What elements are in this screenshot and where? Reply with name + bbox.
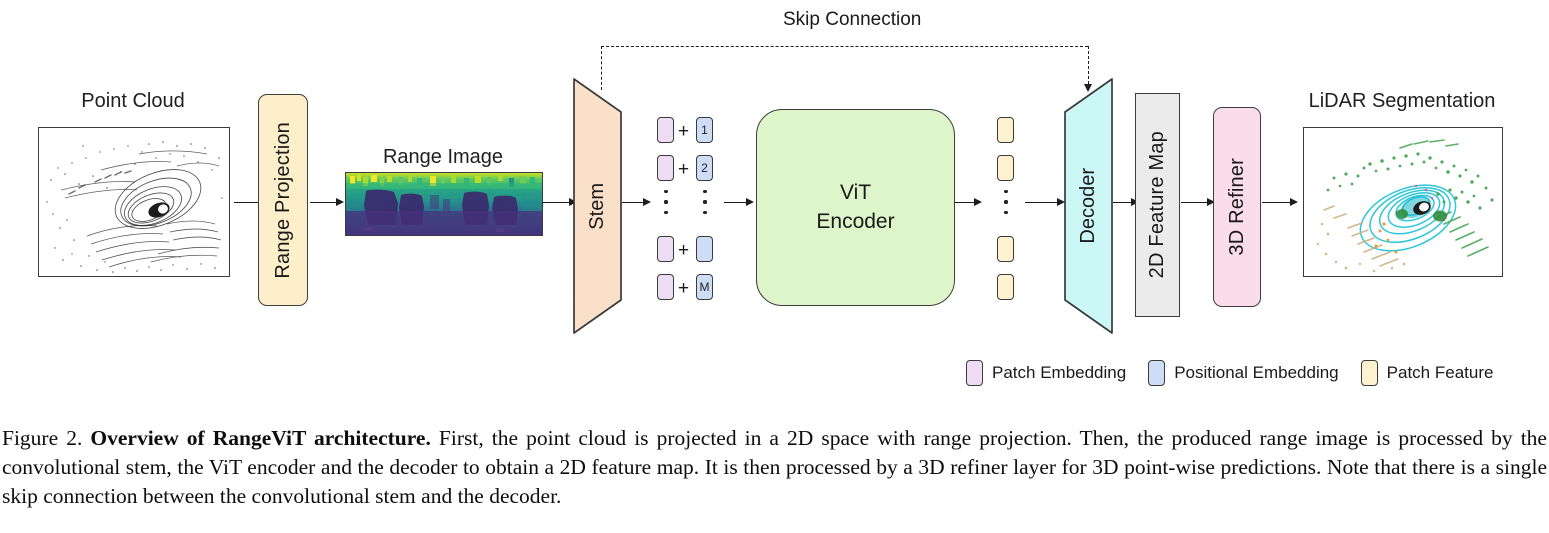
plus-sign-3: + bbox=[678, 240, 690, 261]
positional-embedding-chip-2: 2 bbox=[696, 155, 713, 181]
patch-embedding-ellipsis bbox=[661, 190, 671, 214]
arrow-stem-to-tokens-head bbox=[643, 198, 651, 206]
stem-label: Stem bbox=[586, 182, 608, 230]
plus-sign-2: + bbox=[678, 159, 690, 180]
feature-map-label: 2D Feature Map bbox=[1146, 131, 1168, 279]
lidar-segmentation-render bbox=[1304, 128, 1502, 276]
arrow-patchfeatures-to-decoder bbox=[1025, 202, 1061, 203]
positional-embedding-chip-3 bbox=[696, 236, 713, 262]
plus-sign-4: + bbox=[678, 278, 690, 299]
arrow-refiner-to-output-head bbox=[1290, 198, 1298, 206]
patch-embedding-chip-1 bbox=[657, 117, 674, 143]
caption-prefix: Figure 2. bbox=[2, 426, 91, 450]
legend-swatch-patch-feature bbox=[1360, 360, 1378, 386]
legend-label-patch-embedding: Patch Embedding bbox=[992, 363, 1127, 382]
range-image-canvas bbox=[346, 173, 542, 235]
vit-encoder-label-line2: Encoder bbox=[816, 209, 895, 233]
figure-diagram: Skip Connection Point Cloud Range Projec… bbox=[0, 0, 1549, 410]
skip-connection-top-segment bbox=[601, 46, 1088, 47]
point-cloud-render bbox=[39, 128, 229, 276]
caption-bold-title: Overview of RangeViT architecture. bbox=[90, 426, 431, 450]
positional-embedding-chip-m: M bbox=[696, 274, 713, 300]
lidar-segmentation-image bbox=[1303, 127, 1503, 277]
skip-connection-label: Skip Connection bbox=[783, 9, 922, 30]
vit-encoder-label-line1: ViT bbox=[839, 181, 872, 205]
range-projection-block: Range Projection bbox=[258, 94, 308, 306]
patch-feature-chip-3 bbox=[997, 236, 1014, 262]
patch-feature-chip-1 bbox=[997, 117, 1014, 143]
patch-embedding-chip-2 bbox=[657, 155, 674, 181]
patch-embedding-chip-3 bbox=[657, 236, 674, 262]
legend-item-patch-embedding: Patch Embedding bbox=[966, 360, 1126, 386]
legend-item-patch-feature: Patch Feature bbox=[1360, 360, 1494, 386]
range-image-label: Range Image bbox=[382, 146, 504, 168]
refiner-label: 3D Refiner bbox=[1225, 158, 1248, 256]
patch-feature-chip-2 bbox=[997, 155, 1014, 181]
arrow-tokens-to-vit-head bbox=[746, 198, 754, 206]
decoder-block: Decoder bbox=[1064, 78, 1113, 334]
point-cloud-image bbox=[38, 127, 230, 277]
legend-label-positional-embedding: Positional Embedding bbox=[1174, 363, 1339, 382]
arrow-vit-to-patchfeatures-head bbox=[974, 198, 982, 206]
feature-map-block: 2D Feature Map bbox=[1135, 93, 1180, 317]
legend-swatch-patch-embedding bbox=[966, 360, 983, 386]
legend: Patch Embedding Positional Embedding Pat… bbox=[966, 360, 1493, 386]
point-cloud-label: Point Cloud bbox=[81, 90, 185, 112]
positional-embedding-ellipsis bbox=[700, 190, 710, 214]
patch-embedding-chip-m bbox=[657, 274, 674, 300]
range-image-render bbox=[345, 172, 543, 236]
plus-sign-1: + bbox=[678, 121, 690, 142]
refiner-block: 3D Refiner bbox=[1213, 107, 1261, 307]
legend-swatch-positional-embedding bbox=[1148, 360, 1166, 386]
patch-feature-ellipsis bbox=[1001, 190, 1011, 214]
range-projection-label: Range Projection bbox=[271, 121, 294, 279]
patch-feature-chip-4 bbox=[997, 274, 1014, 300]
decoder-label: Decoder bbox=[1077, 168, 1099, 244]
legend-label-patch-feature: Patch Feature bbox=[1386, 363, 1494, 382]
stem-block: Stem bbox=[573, 78, 622, 334]
positional-embedding-chip-1: 1 bbox=[696, 117, 713, 143]
figure-caption: Figure 2. Overview of RangeViT architect… bbox=[2, 424, 1547, 512]
arrow-rangeprojection-to-rangeimage-head bbox=[336, 198, 344, 206]
vit-encoder-block: ViT Encoder bbox=[756, 109, 955, 306]
lidar-segmentation-label: LiDAR Segmentation bbox=[1308, 90, 1496, 112]
legend-item-positional-embedding: Positional Embedding bbox=[1148, 360, 1339, 386]
